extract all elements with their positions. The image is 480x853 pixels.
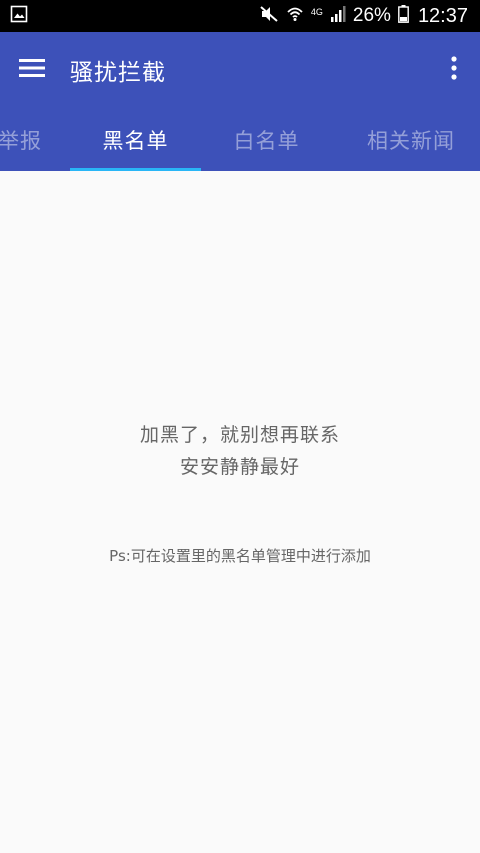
app-title: 骚扰拦截 [70, 60, 166, 86]
blacklist-content: 加黑了，就别想再联系 安安静静最好 Ps:可在设置里的黑名单管理中进行添加 [0, 171, 480, 853]
app-bar: 骚扰拦截 [0, 32, 480, 108]
empty-state-submessage: 安安静静最好 [179, 456, 300, 478]
mute-icon [259, 5, 279, 28]
hamburger-menu-icon [19, 58, 45, 82]
battery-percent: 26% [352, 5, 391, 26]
more-options-button[interactable] [442, 32, 466, 108]
status-bar: 4G 26% 12:37 [0, 0, 480, 32]
tab-related-news[interactable]: 相关新闻 [346, 108, 476, 171]
signal-icon [330, 5, 346, 28]
status-bar-left [10, 5, 28, 27]
network-type: 4G [310, 7, 323, 17]
tab-blacklist[interactable]: 黑名单 [70, 108, 201, 171]
empty-state-message: 加黑了，就别想再联系 [139, 424, 340, 446]
empty-state-hint: Ps:可在设置里的黑名单管理中进行添加 [109, 547, 371, 565]
tab-bar: 举报 黑名单 白名单 相关新闻 [0, 108, 480, 171]
tab-report[interactable]: 举报 [0, 108, 70, 171]
status-clock: 12:37 [417, 4, 468, 27]
gallery-notification-icon [10, 5, 28, 27]
tab-whitelist[interactable]: 白名单 [201, 108, 332, 171]
menu-button[interactable] [0, 32, 64, 108]
battery-icon [398, 4, 409, 28]
status-bar-right: 4G 26% 12:37 [259, 4, 468, 28]
more-vert-icon [451, 56, 457, 84]
wifi-icon [286, 5, 304, 28]
